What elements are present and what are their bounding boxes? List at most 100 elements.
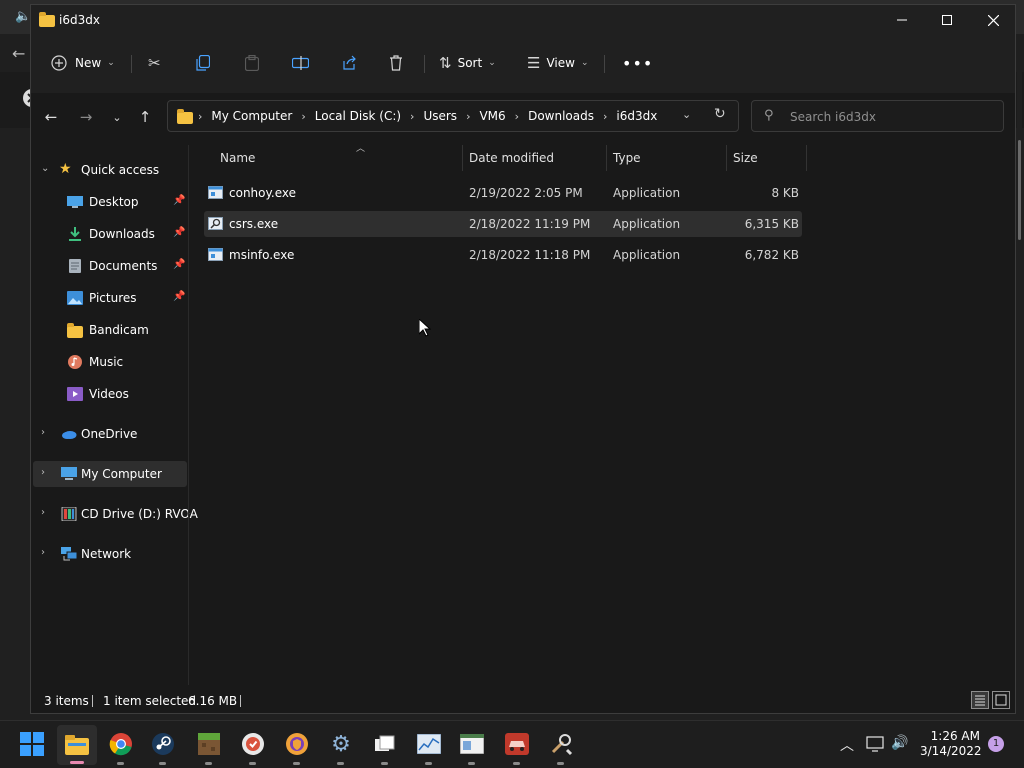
column-header-size[interactable]: Size: [727, 145, 807, 171]
breadcrumb-local-disk[interactable]: Local Disk (C:): [315, 109, 401, 123]
column-header-type[interactable]: Type: [607, 145, 727, 171]
recent-locations-button[interactable]: ⌄: [104, 105, 130, 129]
taskbar-steam[interactable]: [150, 731, 176, 765]
cut-button[interactable]: ✂: [148, 49, 167, 77]
chevron-down-icon: ⌄: [112, 110, 122, 124]
taskbar-tools-app[interactable]: [548, 731, 574, 765]
back-button[interactable]: ←: [38, 105, 64, 129]
sidebar-item-quick-access[interactable]: ⌄ ★ Quick access: [33, 157, 187, 183]
close-icon: [987, 14, 999, 26]
copy-button[interactable]: [196, 49, 210, 77]
taskbar-task-manager[interactable]: [416, 731, 442, 765]
breadcrumb-separator-icon: ›: [301, 109, 306, 123]
minimize-button[interactable]: [879, 5, 925, 35]
close-button[interactable]: [970, 5, 1016, 35]
breadcrumb-downloads[interactable]: Downloads: [528, 109, 594, 123]
scrollbar-thumb[interactable]: [1018, 140, 1021, 240]
start-button[interactable]: [19, 731, 45, 757]
taskbar-files[interactable]: [372, 731, 398, 765]
sidebar-item-label: CD Drive (D:) RVOA: [81, 507, 198, 521]
details-view-button[interactable]: [971, 691, 989, 709]
sidebar-item-onedrive[interactable]: › OneDrive: [33, 421, 187, 447]
sidebar-item-videos[interactable]: Videos: [33, 381, 187, 407]
new-button[interactable]: New ⌄: [51, 49, 115, 77]
notification-badge[interactable]: 1: [988, 736, 1004, 752]
large-icons-view-button[interactable]: [992, 691, 1010, 709]
network-icon: [61, 547, 77, 561]
sidebar-item-bandicam[interactable]: Bandicam: [33, 317, 187, 343]
chrome-icon: [109, 733, 132, 756]
sidebar-item-desktop[interactable]: Desktop 📌: [33, 189, 187, 215]
computer-icon: [61, 467, 77, 480]
clock[interactable]: 1:26 AM 3/14/2022: [920, 729, 982, 759]
speaker-icon: 🔈: [15, 9, 32, 24]
sidebar-item-cd-drive[interactable]: › CD Drive (D:) RVOA: [33, 501, 198, 527]
rename-button[interactable]: [292, 49, 309, 77]
sidebar-item-pictures[interactable]: Pictures 📌: [33, 285, 187, 311]
breadcrumb-users[interactable]: Users: [423, 109, 457, 123]
sidebar-item-network[interactable]: › Network: [33, 541, 187, 567]
sidebar-item-downloads[interactable]: Downloads 📌: [33, 221, 187, 247]
running-indicator: [117, 762, 124, 765]
sidebar-item-label: Videos: [89, 387, 129, 401]
delete-button[interactable]: [389, 49, 403, 77]
search-input[interactable]: [788, 107, 992, 127]
minimize-icon: [897, 19, 907, 21]
breadcrumb: › My Computer › Local Disk (C:) › Users …: [198, 109, 657, 123]
sidebar-item-documents[interactable]: Documents 📌: [33, 253, 187, 279]
taskbar-browser-b[interactable]: [284, 731, 310, 765]
up-button[interactable]: ↑: [132, 105, 158, 129]
chevron-right-icon: ›: [41, 547, 45, 558]
column-header-label: Date modified: [469, 151, 555, 165]
taskbar-settings[interactable]: ⚙: [328, 731, 354, 765]
more-options-button[interactable]: •••: [622, 49, 653, 77]
column-header-date-modified[interactable]: Date modified: [463, 145, 607, 171]
status-bar: 3 items 1 item selected 6.16 MB: [31, 689, 1015, 713]
sort-icon: ⇅: [439, 54, 452, 72]
table-row[interactable]: conhoy.exe 2/19/2022 2:05 PM Application…: [204, 180, 802, 206]
network-monitor-icon[interactable]: [866, 736, 884, 752]
chevron-down-icon: ⌄: [580, 58, 589, 68]
application-file-icon: [208, 248, 223, 261]
breadcrumb-vm6[interactable]: VM6: [479, 109, 505, 123]
active-indicator: [70, 761, 84, 764]
column-header-name[interactable]: Name ︿: [214, 144, 463, 171]
column-header-label: Size: [733, 151, 758, 165]
volume-icon[interactable]: 🔊: [891, 735, 908, 751]
table-row[interactable]: csrs.exe 2/18/2022 11:19 PM Application …: [204, 211, 802, 237]
taskbar-app-window[interactable]: [459, 731, 485, 765]
file-type: Application: [613, 248, 681, 262]
sort-button[interactable]: ⇅ Sort ⌄: [439, 49, 496, 77]
view-button[interactable]: ☰ View ⌄: [527, 49, 588, 77]
sidebar-item-music[interactable]: Music: [33, 349, 187, 375]
refresh-icon[interactable]: ↻: [714, 106, 726, 122]
taskbar-file-explorer[interactable]: [57, 725, 97, 765]
downloads-icon: [69, 227, 81, 241]
breadcrumb-current-folder[interactable]: i6d3dx: [616, 109, 657, 123]
pin-icon[interactable]: 📌: [173, 227, 185, 238]
pin-icon[interactable]: 📌: [173, 195, 185, 206]
plus-circle-icon: [51, 55, 67, 71]
paste-button[interactable]: [245, 49, 259, 77]
search-box[interactable]: ⚲: [751, 100, 1004, 132]
breadcrumb-separator-icon: ›: [198, 109, 203, 123]
taskbar-chrome[interactable]: [108, 731, 134, 765]
file-date-modified: 2/18/2022 11:19 PM: [469, 217, 591, 231]
sidebar-item-my-computer[interactable]: › My Computer: [33, 461, 187, 487]
show-hidden-icons-chevron[interactable]: ︿: [840, 735, 854, 755]
navigation-bar: ← → ⌄ ↑ › My Computer › Local Disk (C:) …: [31, 93, 1015, 139]
pin-icon[interactable]: 📌: [173, 291, 185, 302]
share-button[interactable]: [341, 49, 357, 77]
forward-button[interactable]: →: [73, 105, 99, 129]
pin-icon[interactable]: 📌: [173, 259, 185, 270]
running-indicator: [337, 762, 344, 765]
table-row[interactable]: msinfo.exe 2/18/2022 11:18 PM Applicatio…: [204, 242, 802, 268]
breadcrumb-my-computer[interactable]: My Computer: [211, 109, 292, 123]
maximize-button[interactable]: [924, 5, 970, 35]
taskbar-browser-a[interactable]: [240, 731, 266, 765]
taskbar-car-app[interactable]: [504, 731, 530, 765]
folder-icon: [39, 12, 55, 27]
taskbar-minecraft[interactable]: [196, 731, 222, 765]
address-bar[interactable]: › My Computer › Local Disk (C:) › Users …: [167, 100, 739, 132]
address-history-chevron-icon[interactable]: ⌄: [682, 108, 691, 121]
